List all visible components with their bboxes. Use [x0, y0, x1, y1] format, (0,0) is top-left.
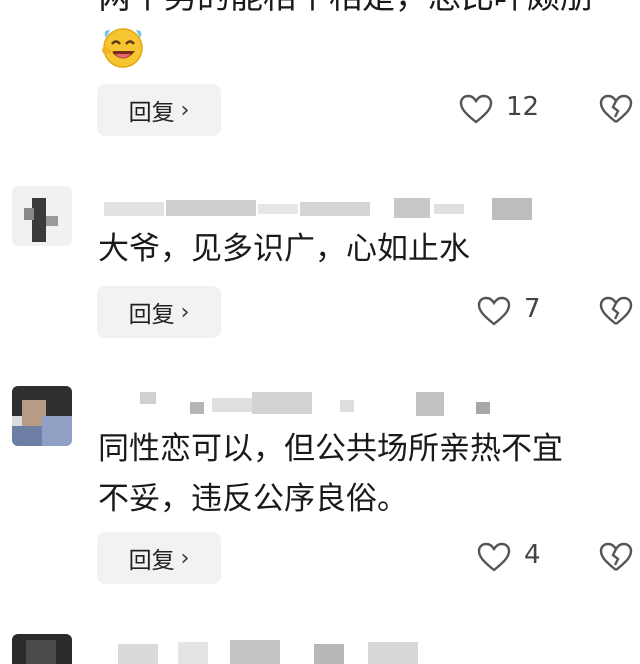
- like-heart-icon[interactable]: [476, 295, 512, 327]
- dislike-broken-heart-icon[interactable]: [598, 295, 634, 327]
- comment-text-partial: 两个男的能相个相是，总比吓颇朋: [98, 0, 593, 18]
- comment-text-line-1: 同性恋可以，但公共场所亲热不宜: [98, 431, 563, 467]
- reply-label: 回复: [128, 548, 175, 574]
- username-blurred: [118, 640, 438, 664]
- avatar[interactable]: [12, 186, 72, 246]
- chevron-right-icon: ›: [180, 545, 190, 571]
- like-heart-icon[interactable]: [476, 541, 512, 573]
- reply-label: 回复: [128, 100, 175, 126]
- reply-label: 回复: [128, 302, 175, 328]
- dislike-broken-heart-icon[interactable]: [598, 93, 634, 125]
- avatar[interactable]: [12, 386, 72, 446]
- username-blurred: [140, 392, 500, 418]
- username-blurred: [104, 196, 544, 222]
- like-count: 12: [506, 92, 540, 122]
- comment-text: 大爷，见多识广，心如止水: [98, 231, 470, 267]
- comment-text-line-2: 不妥，违反公序良俗。: [98, 481, 408, 517]
- like-heart-icon[interactable]: [458, 93, 494, 125]
- reply-button[interactable]: 回复 ›: [97, 286, 221, 338]
- like-count: 4: [524, 540, 541, 570]
- dislike-broken-heart-icon[interactable]: [598, 541, 634, 573]
- reply-button[interactable]: 回复 ›: [97, 84, 221, 136]
- reply-button[interactable]: 回复 ›: [97, 532, 221, 584]
- like-count: 7: [524, 294, 541, 324]
- avatar[interactable]: [12, 634, 72, 664]
- chevron-right-icon: ›: [180, 299, 190, 325]
- chevron-right-icon: ›: [180, 97, 190, 123]
- laughing-emoji-icon: [102, 28, 143, 68]
